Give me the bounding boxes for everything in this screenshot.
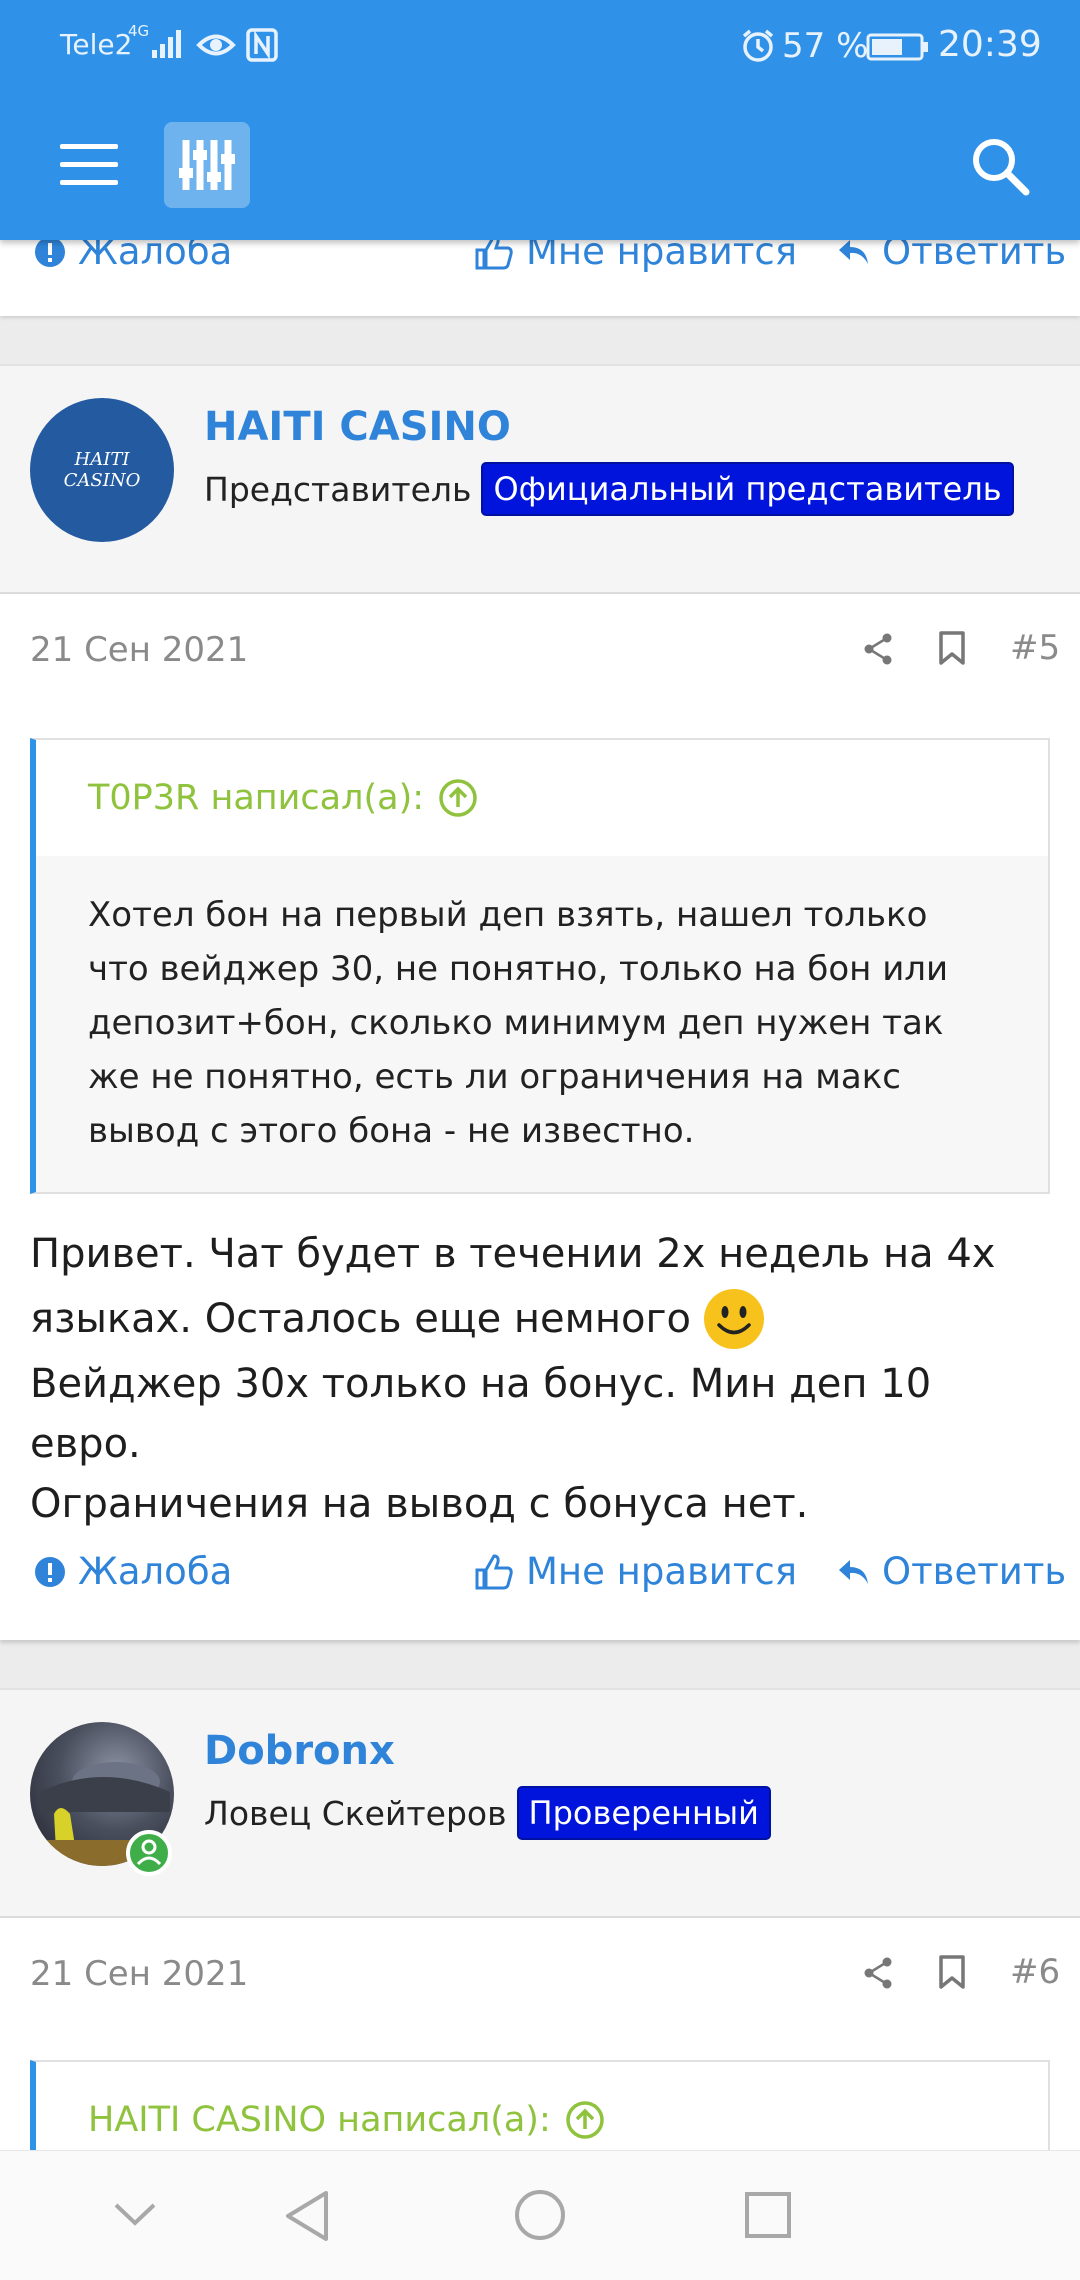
message-line: Привет. Чат будет в течении 2х недель на… (30, 1231, 996, 1277)
quote-line: же не понятно, есть ли ограничения на ма… (88, 1057, 901, 1097)
like-button[interactable]: Мне нравится (474, 1550, 797, 1593)
reply-label: Ответить (882, 1550, 1067, 1593)
reply-icon (839, 239, 868, 264)
home-icon[interactable] (514, 2189, 566, 2241)
user-title-row: Представитель Официальный представитель (204, 462, 1014, 516)
post-date[interactable]: 21 Сен 2021 (30, 1954, 248, 1994)
username[interactable]: Dobronx (204, 1728, 395, 1774)
post-actions: Жалоба Мне нравится Ответить (0, 1532, 1080, 1612)
network-type: 4G (128, 22, 150, 40)
quote-line: Хотел бон на первый деп взять, нашел тол… (88, 895, 928, 935)
user-title-row: Ловец Скейтеров Проверенный (204, 1786, 771, 1840)
signal-icon (152, 30, 181, 58)
online-status-icon (126, 1830, 172, 1876)
quote-line: что вейджер 30, не понятно, только на бо… (88, 949, 949, 989)
post-number[interactable]: #5 (1010, 628, 1060, 668)
report-label: Жалоба (78, 1550, 233, 1593)
top-bar: Tele2 4G 57 % 20:39 (0, 0, 1080, 240)
quote-body: Хотел бон на первый деп взять, нашел тол… (36, 856, 1048, 1192)
user-badge: Официальный представитель (481, 462, 1014, 516)
bookmark-icon[interactable] (938, 1954, 966, 1990)
quote-header[interactable]: T0P3R написал(а): (36, 740, 1048, 856)
post-6-user-header: Dobronx Ловец Скейтеров Проверенный (0, 1688, 1080, 1918)
svg-text:HAITI: HAITI (74, 449, 131, 470)
share-icon[interactable] (862, 1956, 894, 1990)
recents-icon[interactable] (744, 2191, 792, 2239)
filter-icon[interactable] (164, 122, 250, 208)
quote-author: HAITI CASINO написал(а): (88, 2100, 551, 2140)
post-message: Привет. Чат будет в течении 2х недель на… (30, 1224, 1050, 1534)
thumbs-up-icon (475, 1553, 513, 1589)
svg-text:CASINO: CASINO (64, 470, 141, 491)
post-5-user-header: HAITI CASINO HAITI CASINO Представитель … (0, 364, 1080, 594)
username[interactable]: HAITI CASINO (204, 404, 511, 450)
status-bar: Tele2 4G 57 % 20:39 (0, 0, 1080, 92)
battery-percent: 57 % (782, 26, 869, 66)
battery-icon (866, 33, 928, 61)
quote-line: вывод с этого бона - не известно. (88, 1111, 695, 1151)
chevron-down-icon[interactable] (112, 2199, 158, 2229)
message-line-with-emoji: языках. Осталось еще немного (30, 1284, 1050, 1354)
arrow-up-circle-icon (566, 2101, 604, 2139)
post-meta: 21 Сен 2021 #5 (0, 594, 1080, 704)
post-meta: 21 Сен 2021 #6 (0, 1918, 1080, 2028)
bookmark-icon[interactable] (938, 630, 966, 666)
quote-block: T0P3R написал(а): Хотел бон на первый де… (30, 738, 1050, 1194)
alarm-icon (742, 29, 774, 62)
like-label: Мне нравится (526, 1550, 797, 1593)
nfc-icon (246, 28, 278, 62)
post-date[interactable]: 21 Сен 2021 (30, 630, 248, 670)
post-number[interactable]: #6 (1010, 1952, 1060, 1992)
quote-author: T0P3R написал(а): (88, 778, 425, 818)
user-title: Ловец Скейтеров (204, 1793, 507, 1833)
user-badge: Проверенный (516, 1786, 771, 1840)
post-5-card: 21 Сен 2021 #5 T0P3R написал(а): Хотел б… (0, 594, 1080, 1640)
report-button[interactable]: Жалоба (34, 1550, 232, 1593)
share-icon[interactable] (862, 632, 894, 666)
reply-button[interactable]: Ответить (836, 1550, 1066, 1593)
avatar[interactable]: HAITI CASINO (30, 398, 174, 542)
message-line: языках. Осталось еще немного (30, 1296, 691, 1342)
menu-icon[interactable] (60, 144, 118, 186)
clock: 20:39 (938, 24, 1042, 65)
arrow-up-circle-icon (439, 779, 477, 817)
smiley-icon (703, 1289, 764, 1349)
message-line: Ограничения на вывод с бонуса нет. (30, 1481, 809, 1527)
user-title: Представитель (204, 469, 472, 509)
back-icon[interactable] (282, 2189, 332, 2243)
alert-icon (35, 1556, 65, 1587)
eye-icon (196, 34, 236, 56)
reply-icon (839, 1559, 868, 1584)
search-icon[interactable] (968, 134, 1032, 198)
system-nav-bar (0, 2150, 1080, 2280)
quote-line: депозит+бон, сколько минимум деп нужен т… (88, 1003, 944, 1043)
screen: Tele2 4G 57 % 20:39 Жалоба Мне нравится … (0, 0, 1080, 2280)
alert-icon (35, 236, 65, 267)
message-line: Вейджер 30х только на бонус. Мин деп 10 … (30, 1361, 932, 1467)
carrier-label: Tele2 (60, 28, 133, 61)
